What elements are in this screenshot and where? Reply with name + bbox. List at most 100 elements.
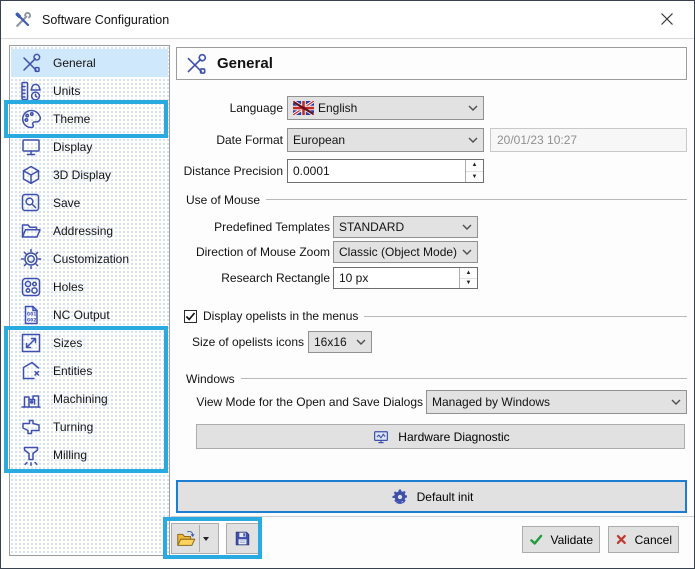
sidebar-item-general[interactable]: General	[11, 49, 168, 77]
spin-up-button[interactable]: ▲	[466, 160, 483, 172]
date-preview-field: 20/01/23 10:27	[490, 128, 687, 152]
validate-button[interactable]: Validate	[522, 526, 600, 553]
sidebar-item-entities[interactable]: Entities	[11, 357, 168, 385]
language-value: English	[318, 101, 464, 115]
uk-flag-barred-icon	[293, 101, 314, 115]
spinner: ▲ ▼	[459, 268, 477, 288]
gcode-document-icon: G01 G02	[18, 302, 44, 328]
mouse-zoom-label: Direction of Mouse Zoom	[161, 241, 330, 263]
crossed-tools-icon	[18, 50, 44, 76]
sidebar-item-label: Holes	[53, 280, 84, 294]
group-title: Windows	[186, 372, 235, 386]
close-button[interactable]	[646, 3, 688, 35]
sidebar-item-sizes[interactable]: Sizes	[11, 329, 168, 357]
chevron-down-icon	[468, 137, 478, 143]
sidebar-item-label: Customization	[53, 252, 129, 266]
sidebar-item-label: Entities	[53, 364, 92, 378]
open-config-split-button[interactable]	[171, 523, 219, 554]
machine-icon	[18, 386, 44, 412]
mouse-zoom-select[interactable]: Classic (Object Mode)	[333, 241, 478, 263]
language-select[interactable]: English	[287, 96, 484, 120]
category-sidebar: General Units Theme	[9, 45, 170, 556]
open-dropdown-arrow[interactable]	[199, 525, 212, 552]
sidebar-item-addressing[interactable]: Addressing	[11, 217, 168, 245]
date-format-select[interactable]: European	[287, 128, 484, 152]
display-opelists-label: Display opelists in the menus	[203, 309, 358, 323]
sidebar-item-turning[interactable]: Turning	[11, 413, 168, 441]
display-opelists-checkbox[interactable]	[184, 310, 197, 323]
sidebar-item-customization[interactable]: Customization	[11, 245, 168, 273]
hardware-diagnostic-button[interactable]: Hardware Diagnostic	[196, 424, 685, 449]
footer-separator	[171, 516, 695, 517]
mouse-zoom-value: Classic (Object Mode)	[339, 245, 458, 259]
opelists-size-select[interactable]: 16x16	[308, 331, 372, 353]
open-folder-icon	[175, 527, 197, 551]
red-x-icon	[615, 531, 628, 548]
opelists-size-label: Size of opelists icons	[161, 331, 304, 353]
diagonal-arrow-icon	[18, 330, 44, 356]
predefined-templates-label: Predefined Templates	[161, 216, 330, 238]
chevron-down-icon	[671, 399, 681, 405]
sidebar-item-holes[interactable]: Holes	[11, 273, 168, 301]
distance-precision-input[interactable]	[288, 160, 465, 182]
chevron-down-icon	[468, 105, 478, 111]
sidebar-item-milling[interactable]: Milling	[11, 441, 168, 469]
sidebar-item-3d-display[interactable]: 3D Display	[11, 161, 168, 189]
date-format-value: European	[293, 133, 464, 147]
view-mode-value: Managed by Windows	[432, 395, 667, 409]
view-mode-select[interactable]: Managed by Windows	[426, 390, 687, 414]
spin-down-button[interactable]: ▼	[466, 172, 483, 183]
geometry-sketch-icon	[18, 358, 44, 384]
caret-down-icon	[203, 537, 209, 541]
monitor-diagnostic-icon	[371, 428, 391, 446]
date-format-label: Date Format	[151, 128, 283, 152]
sidebar-item-label: NC Output	[53, 308, 110, 322]
floppy-save-icon	[233, 527, 252, 550]
research-rectangle-spinbox: ▲ ▼	[333, 267, 478, 289]
software-configuration-dialog: Software Configuration General	[0, 0, 695, 569]
crossed-tools-icon	[183, 51, 209, 77]
sidebar-item-nc-output[interactable]: G01 G02 NC Output	[11, 301, 168, 329]
spin-up-button[interactable]: ▲	[460, 268, 477, 279]
windows-group: Windows	[186, 371, 687, 386]
sidebar-item-label: Turning	[53, 420, 93, 434]
sidebar-item-label: General	[53, 56, 96, 70]
sidebar-item-display[interactable]: Display	[11, 133, 168, 161]
default-init-button[interactable]: Default init	[176, 480, 687, 513]
group-line	[364, 316, 687, 317]
research-rectangle-label: Research Rectangle	[161, 267, 330, 289]
use-of-mouse-group: Use of Mouse	[186, 192, 687, 207]
gear-icon	[18, 246, 44, 272]
spin-down-button[interactable]: ▼	[460, 279, 477, 289]
sidebar-item-machining[interactable]: Machining	[11, 385, 168, 413]
page-header: General	[176, 47, 687, 80]
close-icon	[660, 12, 674, 26]
distance-precision-spinbox: ▲ ▼	[287, 159, 484, 183]
green-check-icon	[529, 531, 544, 548]
mill-cutter-icon	[18, 442, 44, 468]
view-mode-label: View Mode for the Open and Save Dialogs	[176, 390, 423, 414]
app-tools-icon	[13, 10, 33, 30]
sidebar-item-save[interactable]: Save	[11, 189, 168, 217]
group-line	[266, 199, 687, 200]
sidebar-item-label: 3D Display	[53, 168, 111, 182]
sidebar-item-label: Addressing	[53, 224, 113, 238]
sidebar-item-units[interactable]: Units	[11, 77, 168, 105]
palette-icon	[18, 106, 44, 132]
sidebar-item-label: Units	[53, 84, 80, 98]
display-opelists-row: Display opelists in the menus	[184, 309, 687, 323]
cube-icon	[18, 162, 44, 188]
cancel-button[interactable]: Cancel	[608, 526, 679, 553]
chevron-down-icon	[462, 224, 472, 230]
ruler-clock-icon	[18, 78, 44, 104]
lathe-icon	[18, 414, 44, 440]
research-rectangle-input[interactable]	[334, 268, 459, 288]
sidebar-item-label: Sizes	[53, 336, 82, 350]
predefined-templates-value: STANDARD	[339, 220, 458, 234]
predefined-templates-select[interactable]: STANDARD	[333, 216, 478, 238]
svg-text:G02: G02	[27, 318, 36, 324]
sidebar-item-label: Display	[53, 140, 92, 154]
sidebar-item-theme[interactable]: Theme	[11, 105, 168, 133]
save-config-button[interactable]	[226, 523, 259, 554]
open-folder-icon	[18, 218, 44, 244]
